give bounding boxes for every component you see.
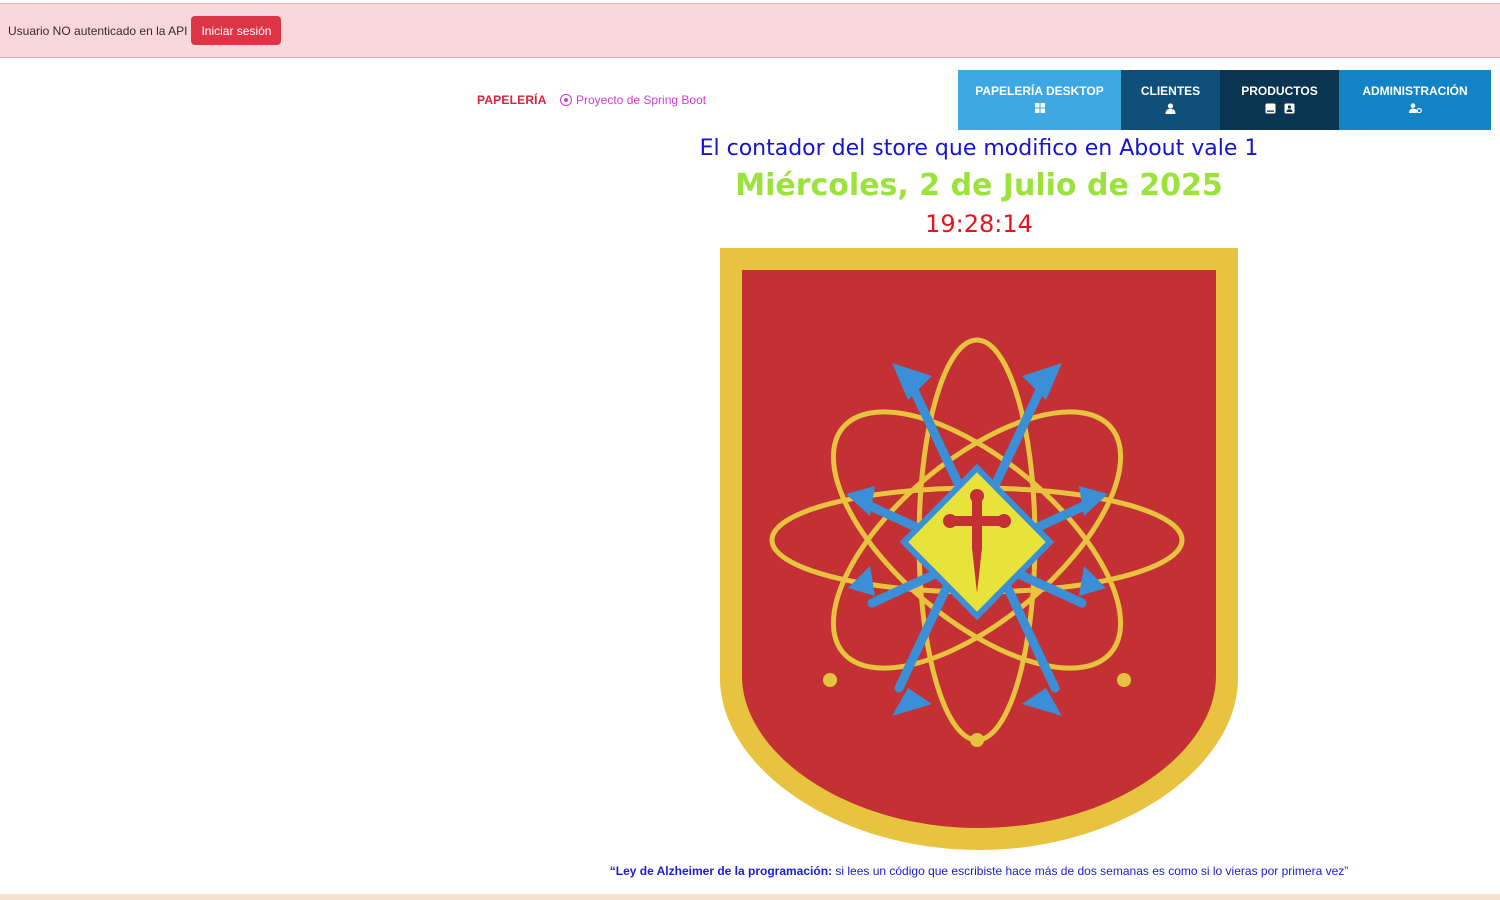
login-button[interactable]: Iniciar sesión bbox=[191, 16, 282, 45]
footer-quote: “Ley de Alzheimer de la programación: si… bbox=[0, 864, 1500, 878]
project-link-label: Proyecto de Spring Boot bbox=[576, 93, 707, 107]
store-counter-text: El contador del store que modifico en Ab… bbox=[699, 136, 1259, 161]
user-cog-icon bbox=[1408, 103, 1422, 113]
bottom-strip bbox=[0, 894, 1500, 900]
radio-dot-icon bbox=[560, 94, 572, 106]
nav-item-clientes[interactable]: CLIENTES bbox=[1121, 70, 1220, 130]
nav-item-papeleria-desktop[interactable]: PAPELERÍA DESKTOP bbox=[958, 70, 1121, 130]
auth-alert-bar: Usuario NO autenticado en la API Iniciar… bbox=[0, 3, 1500, 58]
current-time: 19:28:14 bbox=[925, 210, 1033, 238]
book-icon bbox=[1265, 103, 1275, 113]
nav-item-label: PRODUCTOS bbox=[1241, 84, 1318, 98]
quote-close-mark: ” bbox=[1344, 864, 1349, 878]
nav-item-label: ADMINISTRACIÓN bbox=[1362, 84, 1468, 98]
auth-status-text: Usuario NO autenticado en la API bbox=[8, 23, 188, 38]
nav-item-label: PAPELERÍA DESKTOP bbox=[975, 84, 1104, 98]
main-nav: PAPELERÍA DESKTOP CLIENTES PRODUCTOS ADM… bbox=[958, 70, 1491, 130]
current-date: Miércoles, 2 de Julio de 2025 bbox=[735, 168, 1223, 203]
nav-item-productos[interactable]: PRODUCTOS bbox=[1220, 70, 1339, 130]
nav-item-label: CLIENTES bbox=[1140, 84, 1201, 98]
project-link[interactable]: Proyecto de Spring Boot bbox=[560, 93, 706, 107]
user-icon bbox=[1165, 102, 1176, 114]
contact-card-icon bbox=[1284, 103, 1294, 113]
nav-item-administracion[interactable]: ADMINISTRACIÓN bbox=[1339, 70, 1491, 130]
emblem-shield-image bbox=[720, 248, 1238, 850]
quote-title: Ley de Alzheimer de la programación: bbox=[615, 864, 833, 878]
windows-icon bbox=[1034, 103, 1045, 113]
quote-body: si lees un código que escribiste hace má… bbox=[832, 864, 1345, 878]
brand-link[interactable]: PAPELERÍA bbox=[477, 93, 547, 107]
